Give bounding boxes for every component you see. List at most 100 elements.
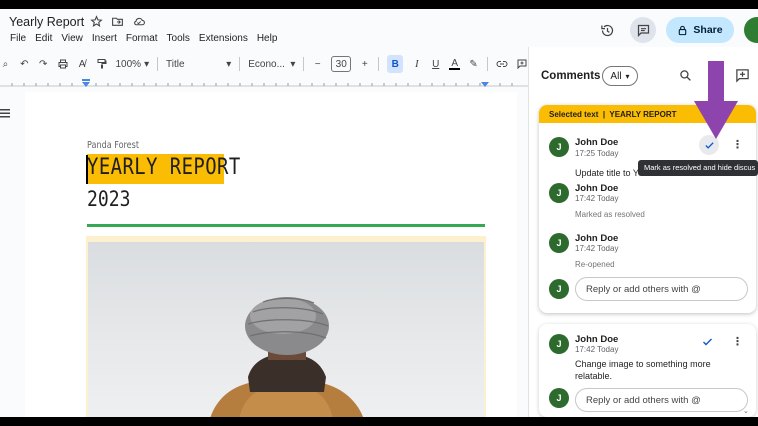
- menu-format[interactable]: Format: [126, 33, 158, 44]
- account-avatar[interactable]: [744, 17, 758, 43]
- undo-icon[interactable]: ↶: [19, 58, 30, 70]
- ruler[interactable]: [0, 77, 528, 91]
- menu-edit[interactable]: Edit: [35, 33, 52, 44]
- avatar[interactable]: J: [549, 183, 569, 203]
- italic-icon[interactable]: I: [411, 58, 422, 70]
- reply-input[interactable]: Reply or add others with @: [575, 277, 748, 301]
- report-year: 2023: [87, 187, 131, 211]
- formatting-toolbar: ⌕ ↶ ↷ A̸ 100% ▾ Title ▾ Econo... ▾ − 30 …: [0, 53, 528, 75]
- chevron-down-icon: ▾: [226, 58, 232, 70]
- search-icon[interactable]: [679, 69, 692, 82]
- comment-icon: [637, 24, 649, 37]
- comment-time: 17:42 Today: [575, 244, 619, 253]
- checkmark-icon[interactable]: [701, 336, 714, 348]
- annotation-arrow: [694, 61, 738, 139]
- title-icons: [90, 15, 145, 28]
- toolbar-divider: [487, 57, 488, 71]
- comment-author: John Doe: [575, 233, 619, 244]
- zoom-value: 100%: [115, 58, 142, 70]
- move-folder-icon[interactable]: [111, 15, 124, 28]
- menu-tools[interactable]: Tools: [167, 33, 190, 44]
- increase-font-size-icon[interactable]: +: [359, 58, 370, 70]
- comment-author: John Doe: [575, 183, 619, 194]
- comments-filter-select[interactable]: All ▾: [602, 66, 638, 86]
- bold-icon[interactable]: B: [387, 55, 404, 73]
- menu-help[interactable]: Help: [257, 33, 278, 44]
- history-icon: [600, 24, 613, 36]
- paragraph-style-value: Title: [166, 58, 185, 70]
- decrease-font-size-icon[interactable]: −: [312, 58, 323, 70]
- header-actions: Share: [594, 17, 758, 43]
- comment-author: John Doe: [575, 137, 619, 148]
- redo-icon[interactable]: ↷: [38, 58, 49, 70]
- menu-view[interactable]: View: [61, 33, 83, 44]
- font-select[interactable]: Econo... ▾: [248, 59, 295, 70]
- share-button[interactable]: Share: [666, 17, 734, 43]
- insert-link-icon[interactable]: [496, 58, 508, 70]
- toolbar-divider: [378, 57, 380, 71]
- version-history-button[interactable]: [594, 17, 620, 43]
- comment-author: John Doe: [575, 334, 619, 345]
- menu-bar: File Edit View Insert Format Tools Exten…: [10, 33, 277, 44]
- doc-title[interactable]: Yearly Report: [9, 15, 84, 29]
- lock-icon: [679, 25, 687, 35]
- highlight-icon[interactable]: ✎: [468, 58, 479, 70]
- comment-text-line-2: relatable.: [575, 371, 613, 381]
- app-window: Yearly Report File Edit View Insert Form…: [0, 9, 758, 417]
- comment-time: 17:42 Today: [575, 345, 619, 354]
- document-outline-icon[interactable]: [0, 109, 10, 118]
- font-value: Econo...: [248, 58, 285, 70]
- report-heading[interactable]: YEARLY REPORT: [87, 155, 241, 180]
- comment-status: Marked as resolved: [575, 210, 645, 219]
- paragraph-style-select[interactable]: Title ▾: [166, 59, 231, 70]
- print-icon[interactable]: [57, 58, 69, 70]
- avatar[interactable]: J: [549, 137, 569, 157]
- zoom-select[interactable]: 100% ▾: [116, 59, 150, 70]
- cover-photo[interactable]: [88, 242, 484, 417]
- comment-text: Update title to Y: [575, 168, 639, 178]
- avatar[interactable]: J: [549, 279, 569, 299]
- avatar[interactable]: J: [549, 334, 569, 354]
- spellcheck-icon[interactable]: A̸: [77, 58, 88, 70]
- toolbar-divider: [157, 57, 159, 71]
- menu-extensions[interactable]: Extensions: [199, 33, 248, 44]
- search-menus-icon[interactable]: ⌕: [0, 58, 11, 70]
- text-color-icon[interactable]: A: [449, 58, 461, 70]
- share-label: Share: [693, 24, 723, 36]
- cloud-status-icon[interactable]: [132, 15, 145, 28]
- font-size-input[interactable]: 30: [331, 56, 352, 72]
- chevron-down-icon: ▾: [144, 58, 150, 70]
- menu-insert[interactable]: Insert: [92, 33, 117, 44]
- avatar[interactable]: J: [549, 233, 569, 253]
- add-comment-icon[interactable]: [516, 58, 528, 70]
- selected-text-label: Selected text: [549, 110, 599, 119]
- reply-input[interactable]: Reply or add others with @: [575, 388, 748, 412]
- comments-panel-title: Comments: [541, 70, 601, 82]
- green-divider: [87, 224, 485, 227]
- company-name: Panda Forest: [87, 140, 139, 151]
- star-icon[interactable]: [90, 15, 103, 28]
- chevron-down-icon: ▾: [625, 71, 630, 81]
- comment-status: Re-opened: [575, 260, 615, 269]
- toolbar-divider: [303, 57, 305, 71]
- selected-text-value: YEARLY REPORT: [609, 110, 677, 119]
- resolve-tooltip: Mark as resolved and hide discus: [638, 160, 758, 176]
- text-cursor: [86, 155, 88, 184]
- chevron-down-icon: ▾: [290, 58, 296, 70]
- checkmark-icon: [704, 141, 714, 149]
- underline-icon[interactable]: U: [430, 58, 441, 70]
- comments-toggle-button[interactable]: [630, 17, 656, 43]
- more-options-icon[interactable]: ⋮: [732, 335, 743, 348]
- comment-time: 17:42 Today: [575, 194, 619, 203]
- comment-text-line-1: Change image to something more: [575, 359, 711, 369]
- comment-time: 17:25 Today: [575, 149, 619, 158]
- comments-panel: Comments All ▾ Selected text | YEARLY RE…: [529, 47, 758, 417]
- toolbar-divider: [239, 57, 241, 71]
- paint-format-icon[interactable]: [96, 58, 108, 70]
- comment-thread-image: J John Doe 17:42 Today Change image to s…: [539, 324, 756, 417]
- menu-file[interactable]: File: [10, 33, 26, 44]
- scroll-down-icon[interactable]: ⌄: [743, 407, 749, 415]
- avatar[interactable]: J: [549, 388, 569, 408]
- filter-value: All: [610, 70, 622, 82]
- person-in-beanie-image: [210, 297, 363, 417]
